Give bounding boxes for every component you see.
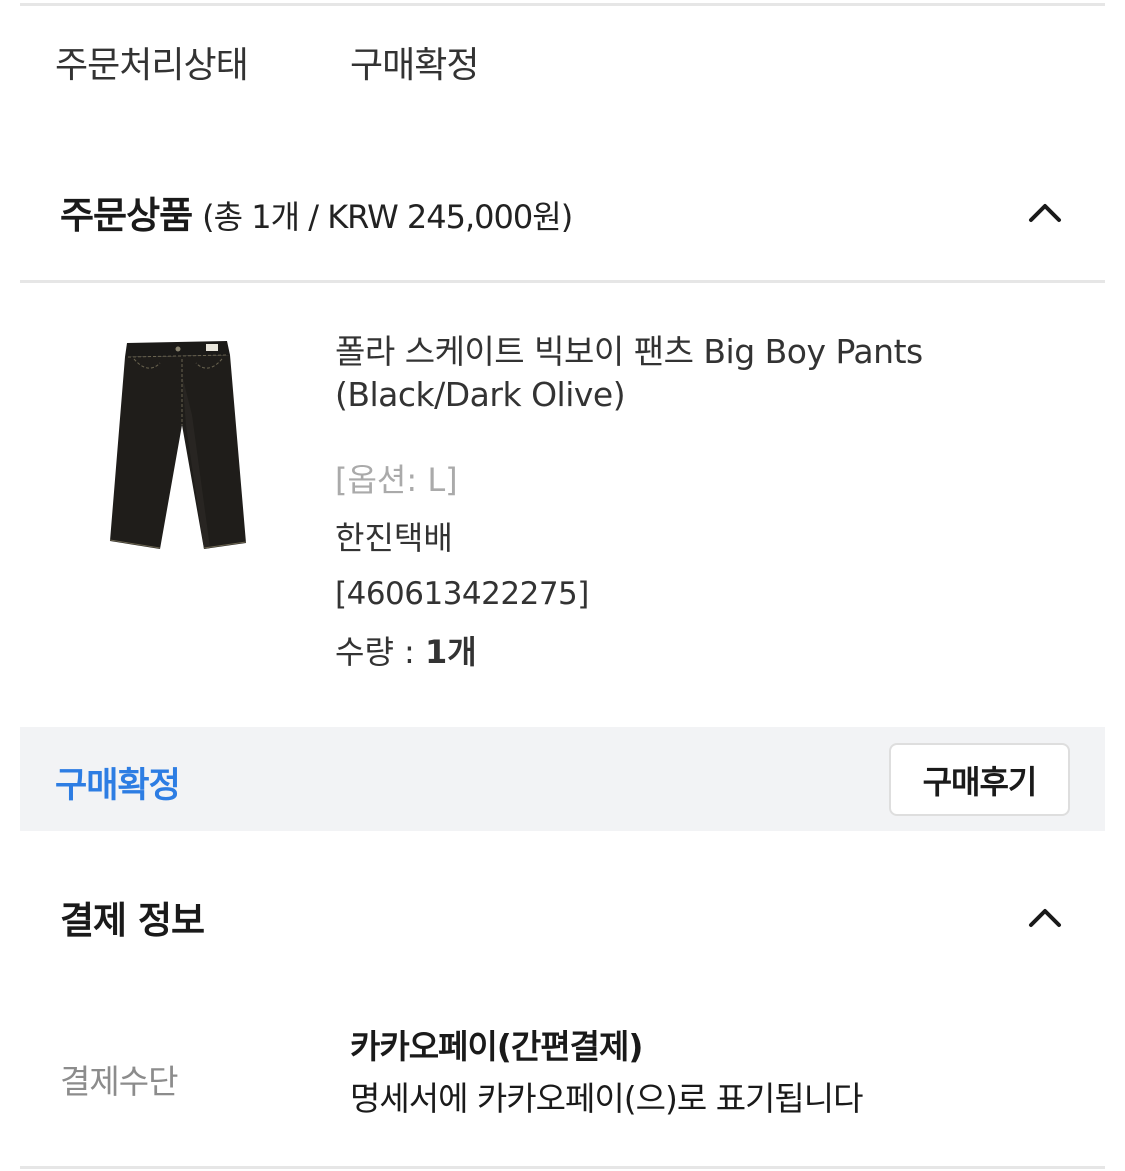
order-items-header[interactable]: 주문상품 (총 1개 / KRW 245,000원): [60, 188, 1065, 237]
chevron-up-icon[interactable]: [1025, 192, 1065, 232]
order-status-value: 구매확정: [350, 45, 479, 86]
payment-method-value: 카카오페이(간편결제): [350, 1027, 643, 1066]
top-divider: [20, 3, 1105, 6]
product-option: [옵션: L]: [335, 461, 458, 499]
order-items-summary: (총 1개 / KRW 245,000원): [202, 198, 573, 236]
product-courier: 한진택배: [335, 519, 453, 557]
payment-method-note: 명세서에 카카오페이(으)로 표기됩니다: [350, 1079, 863, 1118]
product-name[interactable]: 폴라 스케이트 빅보이 팬츠 Big Boy Pants (Black/Dark…: [335, 330, 1055, 416]
product-quantity: 수량 : 1개: [335, 630, 1055, 674]
tracking-number[interactable]: [460613422275]: [335, 572, 1055, 616]
product-thumbnail[interactable]: [100, 335, 260, 555]
section-divider: [20, 280, 1105, 283]
order-items-title: 주문상품: [60, 194, 193, 237]
write-review-button[interactable]: 구매후기: [889, 743, 1070, 816]
purchase-status: 구매확정: [55, 766, 181, 806]
black-pants-image: [109, 341, 247, 549]
order-status-row: 주문처리상태 구매확정: [55, 38, 479, 86]
product-info: 폴라 스케이트 빅보이 팬츠 Big Boy Pants (Black/Dark…: [335, 330, 1055, 674]
order-status-label: 주문처리상태: [55, 45, 249, 86]
payment-info-title: 결제 정보: [60, 899, 205, 942]
purchase-confirm-bar: 구매확정 구매후기: [20, 727, 1105, 831]
bottom-divider: [20, 1166, 1105, 1169]
payment-method-label: 결제수단: [60, 1062, 178, 1101]
chevron-up-icon[interactable]: [1025, 897, 1065, 937]
quantity-label: 수량 :: [335, 633, 426, 671]
payment-info-header[interactable]: 결제 정보: [60, 893, 1065, 942]
order-product-item: 폴라 스케이트 빅보이 팬츠 Big Boy Pants (Black/Dark…: [0, 330, 1125, 710]
payment-method-row: 결제수단 카카오페이(간편결제) 명세서에 카카오페이(으)로 표기됩니다: [60, 1025, 1065, 1125]
quantity-value: 1개: [425, 633, 477, 671]
